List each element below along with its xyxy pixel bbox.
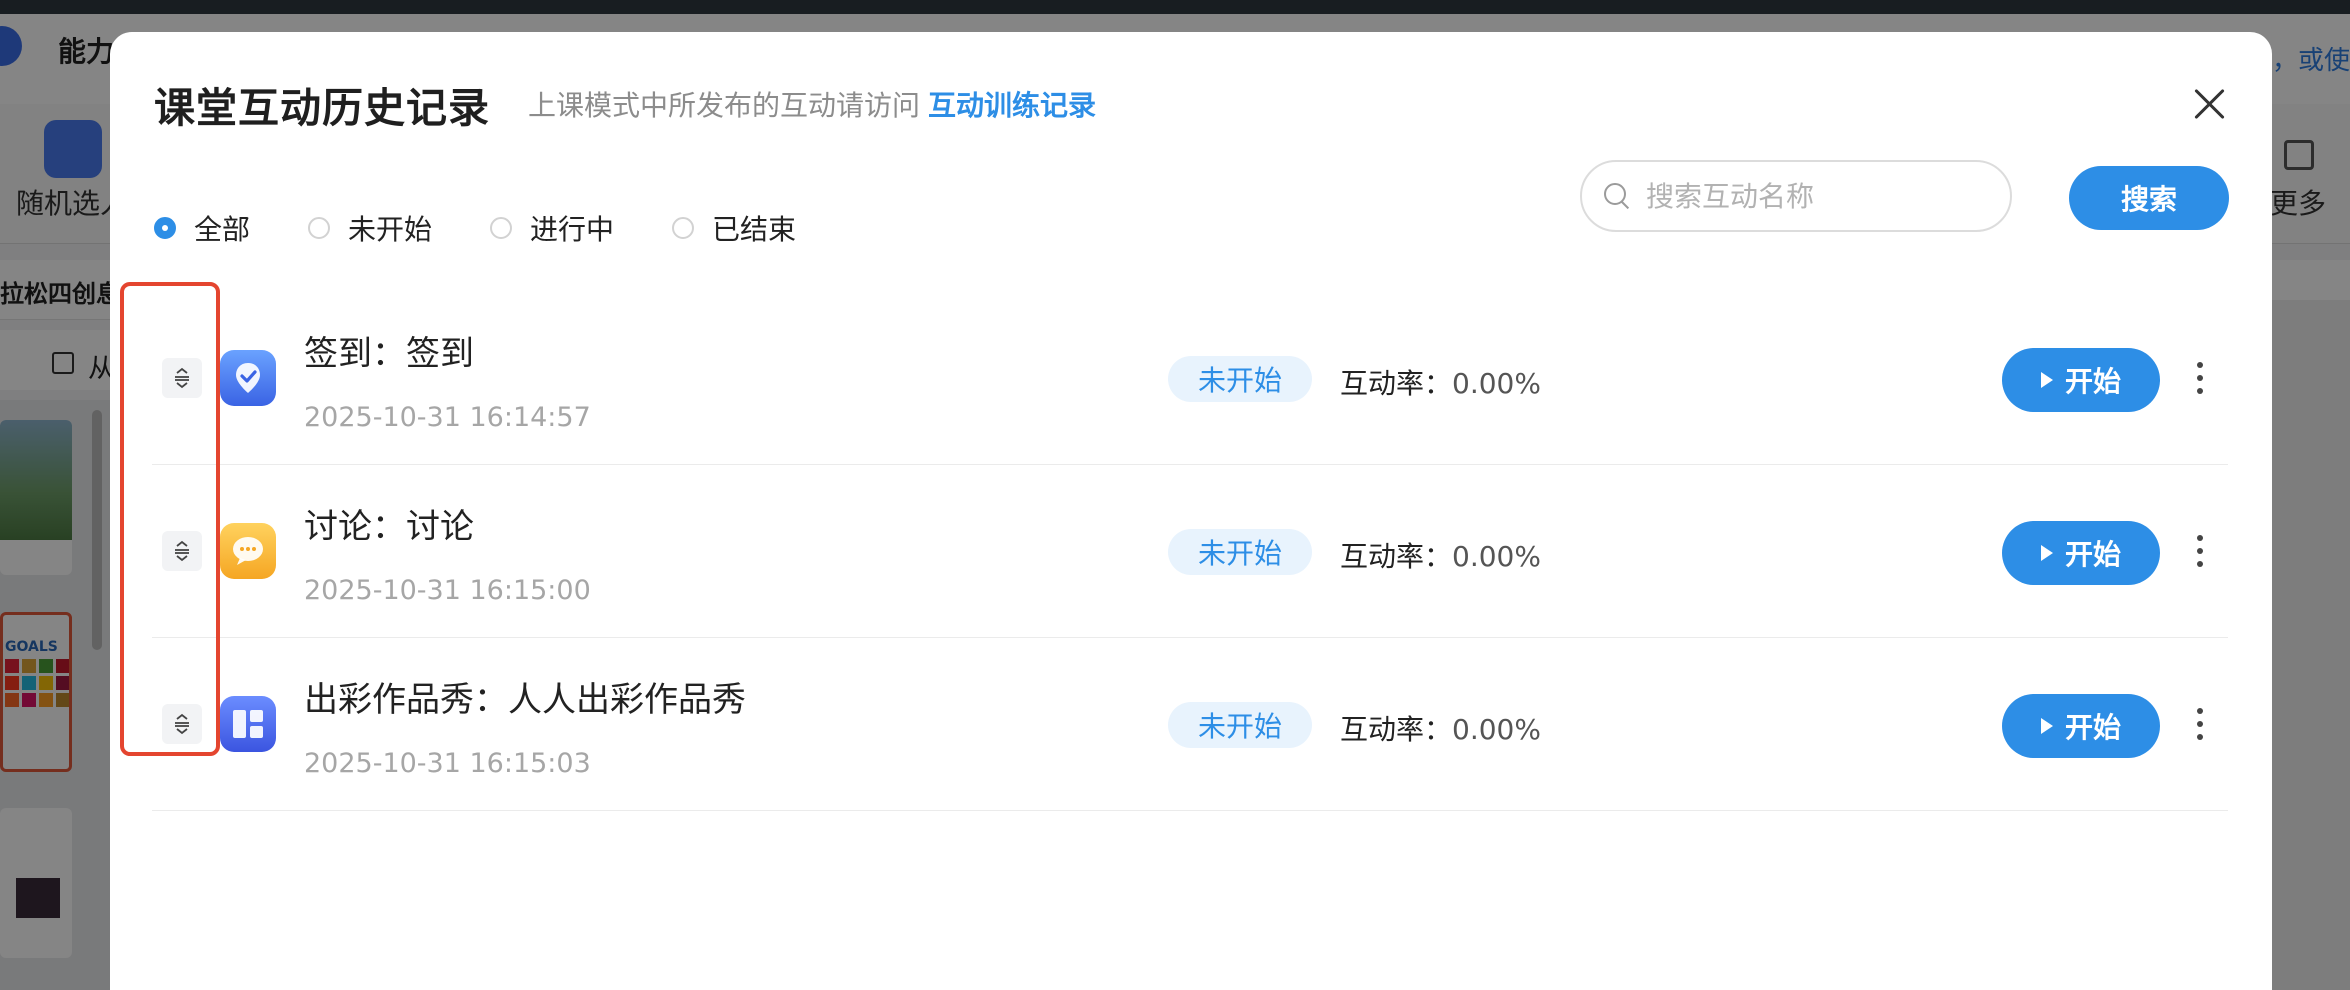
sign-in-icon xyxy=(220,350,276,406)
radio-unchecked-icon[interactable] xyxy=(672,217,695,239)
start-label: 开始 xyxy=(2064,711,2121,744)
history-dialog: 课堂互动历史记录 上课模式中所发布的互动请访问 互动训练记录 全部 未开始 进行中… xyxy=(110,32,2272,990)
dialog-subtitle: 上课模式中所发布的互动请访问 互动训练记录 xyxy=(528,84,1096,124)
drag-handle-icon[interactable] xyxy=(162,358,202,398)
start-label: 开始 xyxy=(2064,365,2121,398)
more-vertical-icon[interactable] xyxy=(2188,704,2212,744)
status-filter-group: 全部 未开始 进行中 已结束 xyxy=(154,208,854,248)
status-badge: 未开始 xyxy=(1168,529,1312,575)
filter-all[interactable]: 全部 xyxy=(154,208,250,248)
start-button[interactable]: 开始 xyxy=(2002,694,2160,758)
rate-value: 0.00% xyxy=(1452,713,1541,746)
more-vertical-icon[interactable] xyxy=(2188,531,2212,571)
discussion-icon xyxy=(220,523,276,579)
rate-label: 互动率： xyxy=(1340,367,1453,400)
interaction-rate: 互动率：0.00% xyxy=(1340,535,1541,575)
interaction-rate: 互动率：0.00% xyxy=(1340,362,1541,402)
filter-label: 全部 xyxy=(194,213,251,246)
search-icon xyxy=(1602,181,1632,211)
list-item: 出彩作品秀：人人出彩作品秀 2025-10-31 16:15:03 未开始 互动… xyxy=(152,638,2228,811)
radio-checked-icon[interactable] xyxy=(154,217,176,239)
dialog-title: 课堂互动历史记录 xyxy=(154,84,490,132)
status-badge: 未开始 xyxy=(1168,356,1312,402)
subtitle-text: 上课模式中所发布的互动请访问 xyxy=(528,89,921,122)
item-title: 出彩作品秀：人人出彩作品秀 xyxy=(304,680,746,720)
radio-unchecked-icon[interactable] xyxy=(308,217,331,239)
filter-label: 未开始 xyxy=(348,213,433,246)
filter-label: 已结束 xyxy=(712,213,797,246)
list-item: 签到：签到 2025-10-31 16:14:57 未开始 互动率：0.00% … xyxy=(152,292,2228,465)
item-time: 2025-10-31 16:14:57 xyxy=(304,402,591,433)
interaction-rate: 互动率：0.00% xyxy=(1340,708,1541,748)
search-button[interactable]: 搜索 xyxy=(2069,166,2229,230)
rate-value: 0.00% xyxy=(1452,540,1541,573)
start-button[interactable]: 开始 xyxy=(2002,348,2160,412)
filter-not-started[interactable]: 未开始 xyxy=(308,208,432,248)
play-icon xyxy=(2040,545,2053,561)
filter-in-progress[interactable]: 进行中 xyxy=(490,208,614,248)
radio-unchecked-icon[interactable] xyxy=(490,217,513,239)
play-icon xyxy=(2040,372,2053,388)
training-records-link[interactable]: 互动训练记录 xyxy=(928,89,1096,122)
list-item: 讨论：讨论 2025-10-31 16:15:00 未开始 互动率：0.00% … xyxy=(152,465,2228,638)
filter-label: 进行中 xyxy=(530,213,615,246)
rate-label: 互动率： xyxy=(1340,713,1453,746)
showcase-icon xyxy=(220,696,276,752)
item-time: 2025-10-31 16:15:00 xyxy=(304,575,591,606)
status-badge: 未开始 xyxy=(1168,702,1312,748)
search-box[interactable] xyxy=(1580,160,2012,232)
search-input[interactable] xyxy=(1646,179,2006,213)
drag-handle-icon[interactable] xyxy=(162,531,202,571)
item-title: 签到：签到 xyxy=(304,334,474,374)
rate-value: 0.00% xyxy=(1452,367,1541,400)
close-icon[interactable] xyxy=(2184,78,2236,130)
play-icon xyxy=(2040,718,2053,734)
item-time: 2025-10-31 16:15:03 xyxy=(304,748,591,779)
start-label: 开始 xyxy=(2064,538,2121,571)
interaction-list: 签到：签到 2025-10-31 16:14:57 未开始 互动率：0.00% … xyxy=(152,292,2228,811)
item-title: 讨论：讨论 xyxy=(304,507,474,547)
start-button[interactable]: 开始 xyxy=(2002,521,2160,585)
rate-label: 互动率： xyxy=(1340,540,1453,573)
drag-handle-icon[interactable] xyxy=(162,704,202,744)
filter-ended[interactable]: 已结束 xyxy=(672,208,796,248)
more-vertical-icon[interactable] xyxy=(2188,358,2212,398)
